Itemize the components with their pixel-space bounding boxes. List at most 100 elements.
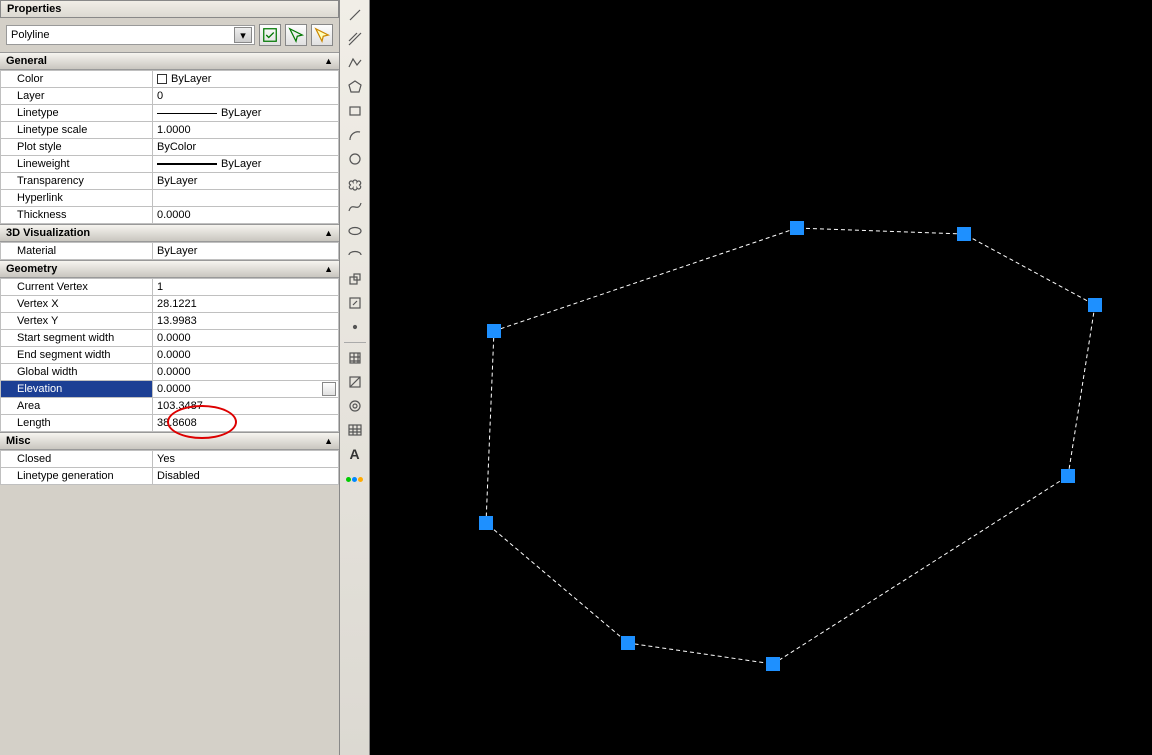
arc-tool[interactable]: [344, 124, 366, 146]
vertex-grip[interactable]: [621, 636, 635, 650]
prop-value-area: 103.3487: [153, 398, 339, 415]
prop-label: Transparency: [1, 173, 153, 190]
section-header-misc[interactable]: Misc ▲: [0, 432, 339, 450]
toggle-pickadd-button[interactable]: [311, 24, 333, 46]
prop-value-elevation[interactable]: 0.0000: [153, 381, 339, 398]
prop-value-vertex-x[interactable]: 28.1221: [153, 296, 339, 313]
vertex-grip[interactable]: [790, 221, 804, 235]
object-type-value: Polyline: [11, 29, 50, 41]
prop-value-ltgen[interactable]: Disabled: [153, 468, 339, 485]
prop-label: End segment width: [1, 347, 153, 364]
table-tool[interactable]: [344, 419, 366, 441]
select-objects-button[interactable]: [285, 24, 307, 46]
prop-value-global-width[interactable]: 0.0000: [153, 364, 339, 381]
prop-label: Linetype generation: [1, 468, 153, 485]
prop-value-length: 38.8608: [153, 415, 339, 432]
row-closed: Closed Yes: [1, 451, 339, 468]
prop-value-end-seg-width[interactable]: 0.0000: [153, 347, 339, 364]
prop-label: Layer: [1, 88, 153, 105]
general-table: Color ByLayer Layer 0 Linetype ByLayer L…: [0, 70, 339, 224]
row-vertex-x: Vertex X 28.1221: [1, 296, 339, 313]
color-swatch-icon: [157, 74, 167, 84]
prop-value-lineweight[interactable]: ByLayer: [153, 156, 339, 173]
collapse-icon: ▲: [324, 228, 333, 238]
ellipse-tool[interactable]: [344, 220, 366, 242]
prop-label: Material: [1, 243, 153, 260]
prop-label: Length: [1, 415, 153, 432]
row-linetype: Linetype ByLayer: [1, 105, 339, 122]
row-current-vertex: Current Vertex 1: [1, 279, 339, 296]
collapse-icon: ▲: [324, 264, 333, 274]
vertex-grip[interactable]: [1088, 298, 1102, 312]
section-header-geometry[interactable]: Geometry ▲: [0, 260, 339, 278]
revision-cloud-tool[interactable]: [344, 172, 366, 194]
section-header-general[interactable]: General ▲: [0, 52, 339, 70]
row-end-seg-width: End segment width 0.0000: [1, 347, 339, 364]
vertex-grip[interactable]: [957, 227, 971, 241]
prop-value-current-vertex[interactable]: 1: [153, 279, 339, 296]
prop-value-material[interactable]: ByLayer: [153, 243, 339, 260]
line-tool[interactable]: [344, 4, 366, 26]
vertex-grip[interactable]: [487, 324, 501, 338]
calculator-icon[interactable]: [322, 382, 336, 396]
object-type-select[interactable]: Polyline ▾: [6, 25, 255, 45]
add-selected-tool[interactable]: [344, 467, 366, 489]
hatch-tool[interactable]: [344, 347, 366, 369]
polyline-tool[interactable]: [344, 52, 366, 74]
drawing-canvas[interactable]: [370, 0, 1152, 755]
prop-value-layer[interactable]: 0: [153, 88, 339, 105]
region-tool[interactable]: [344, 395, 366, 417]
prop-value-color[interactable]: ByLayer: [153, 71, 339, 88]
row-global-width: Global width 0.0000: [1, 364, 339, 381]
ellipse-arc-tool[interactable]: [344, 244, 366, 266]
vertex-grip[interactable]: [479, 516, 493, 530]
prop-value-hyperlink[interactable]: [153, 190, 339, 207]
panel-title: Properties: [0, 0, 339, 18]
vertex-grip[interactable]: [766, 657, 780, 671]
prop-label: Area: [1, 398, 153, 415]
prop-label: Hyperlink: [1, 190, 153, 207]
polygon-tool[interactable]: [344, 76, 366, 98]
prop-value-thickness[interactable]: 0.0000: [153, 207, 339, 224]
prop-label: Global width: [1, 364, 153, 381]
row-material: Material ByLayer: [1, 243, 339, 260]
row-elevation: Elevation 0.0000: [1, 381, 339, 398]
chevron-down-icon[interactable]: ▾: [234, 27, 252, 43]
row-plotstyle: Plot style ByColor: [1, 139, 339, 156]
section-header-3dviz[interactable]: 3D Visualization ▲: [0, 224, 339, 242]
viz3d-table: Material ByLayer: [0, 242, 339, 260]
construction-line-tool[interactable]: [344, 28, 366, 50]
make-block-tool[interactable]: [344, 292, 366, 314]
prop-label: Plot style: [1, 139, 153, 156]
prop-value-vertex-y[interactable]: 13.9983: [153, 313, 339, 330]
block-insert-tool[interactable]: [344, 268, 366, 290]
gradient-tool[interactable]: [344, 371, 366, 393]
prop-value-start-seg-width[interactable]: 0.0000: [153, 330, 339, 347]
prop-label: Current Vertex: [1, 279, 153, 296]
object-type-row: Polyline ▾: [0, 18, 339, 52]
section-title: 3D Visualization: [6, 227, 90, 239]
panel-title-text: Properties: [7, 3, 61, 15]
prop-value-transparency[interactable]: ByLayer: [153, 173, 339, 190]
row-start-seg-width: Start segment width 0.0000: [1, 330, 339, 347]
collapse-icon: ▲: [324, 436, 333, 446]
prop-label: Vertex X: [1, 296, 153, 313]
text-tool[interactable]: A: [344, 443, 366, 465]
lineweight-preview-icon: [157, 163, 217, 165]
properties-panel: Properties Polyline ▾ General ▲ Color By…: [0, 0, 340, 755]
point-tool[interactable]: [344, 316, 366, 338]
row-area: Area 103.3487: [1, 398, 339, 415]
row-ltgen: Linetype generation Disabled: [1, 468, 339, 485]
prop-label: Start segment width: [1, 330, 153, 347]
prop-label: Elevation: [1, 381, 153, 398]
prop-value-plotstyle[interactable]: ByColor: [153, 139, 339, 156]
prop-value-closed[interactable]: Yes: [153, 451, 339, 468]
prop-value-linetype[interactable]: ByLayer: [153, 105, 339, 122]
prop-label: Linetype: [1, 105, 153, 122]
spline-tool[interactable]: [344, 196, 366, 218]
prop-value-ltscale[interactable]: 1.0000: [153, 122, 339, 139]
quick-select-button[interactable]: [259, 24, 281, 46]
vertex-grip[interactable]: [1061, 469, 1075, 483]
circle-tool[interactable]: [344, 148, 366, 170]
rectangle-tool[interactable]: [344, 100, 366, 122]
